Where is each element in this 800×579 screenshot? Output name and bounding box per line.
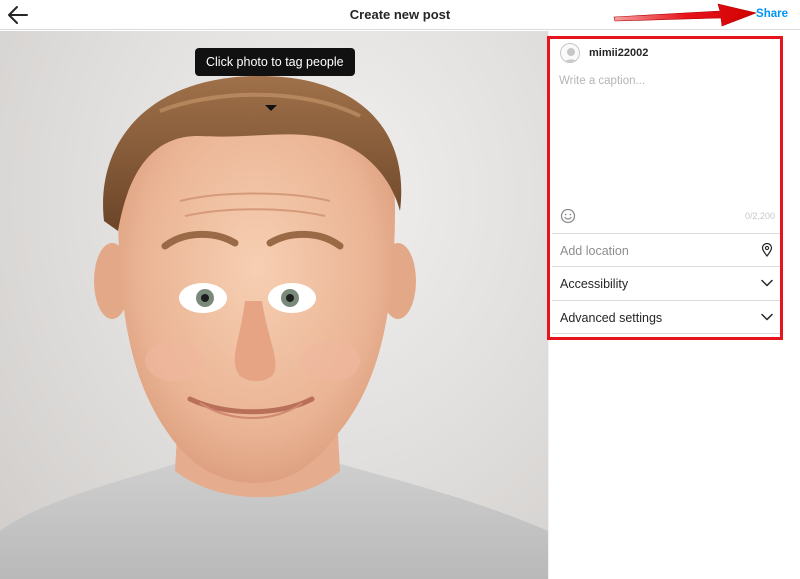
accessibility-section[interactable]: Accessibility [552,266,780,299]
annotation-arrow [613,3,758,27]
share-button[interactable]: Share [756,8,788,20]
advanced-settings-label: Advanced settings [560,311,663,325]
accessibility-label: Accessibility [560,277,629,291]
caption-char-count: 0/2,200 [744,211,775,221]
post-photo[interactable] [0,31,548,579]
chevron-down-icon [761,313,773,321]
advanced-settings-section[interactable]: Advanced settings [552,300,780,334]
add-location-placeholder: Add location [560,244,629,258]
emoji-icon [560,208,576,224]
add-location-field[interactable]: Add location [552,233,780,266]
location-pin-icon [761,243,773,257]
chevron-down-icon [761,279,773,287]
caption-input[interactable] [553,71,779,201]
portrait-illustration [0,76,548,579]
tooltip-tail [265,105,277,111]
avatar [560,43,580,63]
emoji-button[interactable] [560,208,576,224]
tag-people-tooltip: Click photo to tag people [195,48,355,76]
username: mimii22002 [589,47,649,59]
